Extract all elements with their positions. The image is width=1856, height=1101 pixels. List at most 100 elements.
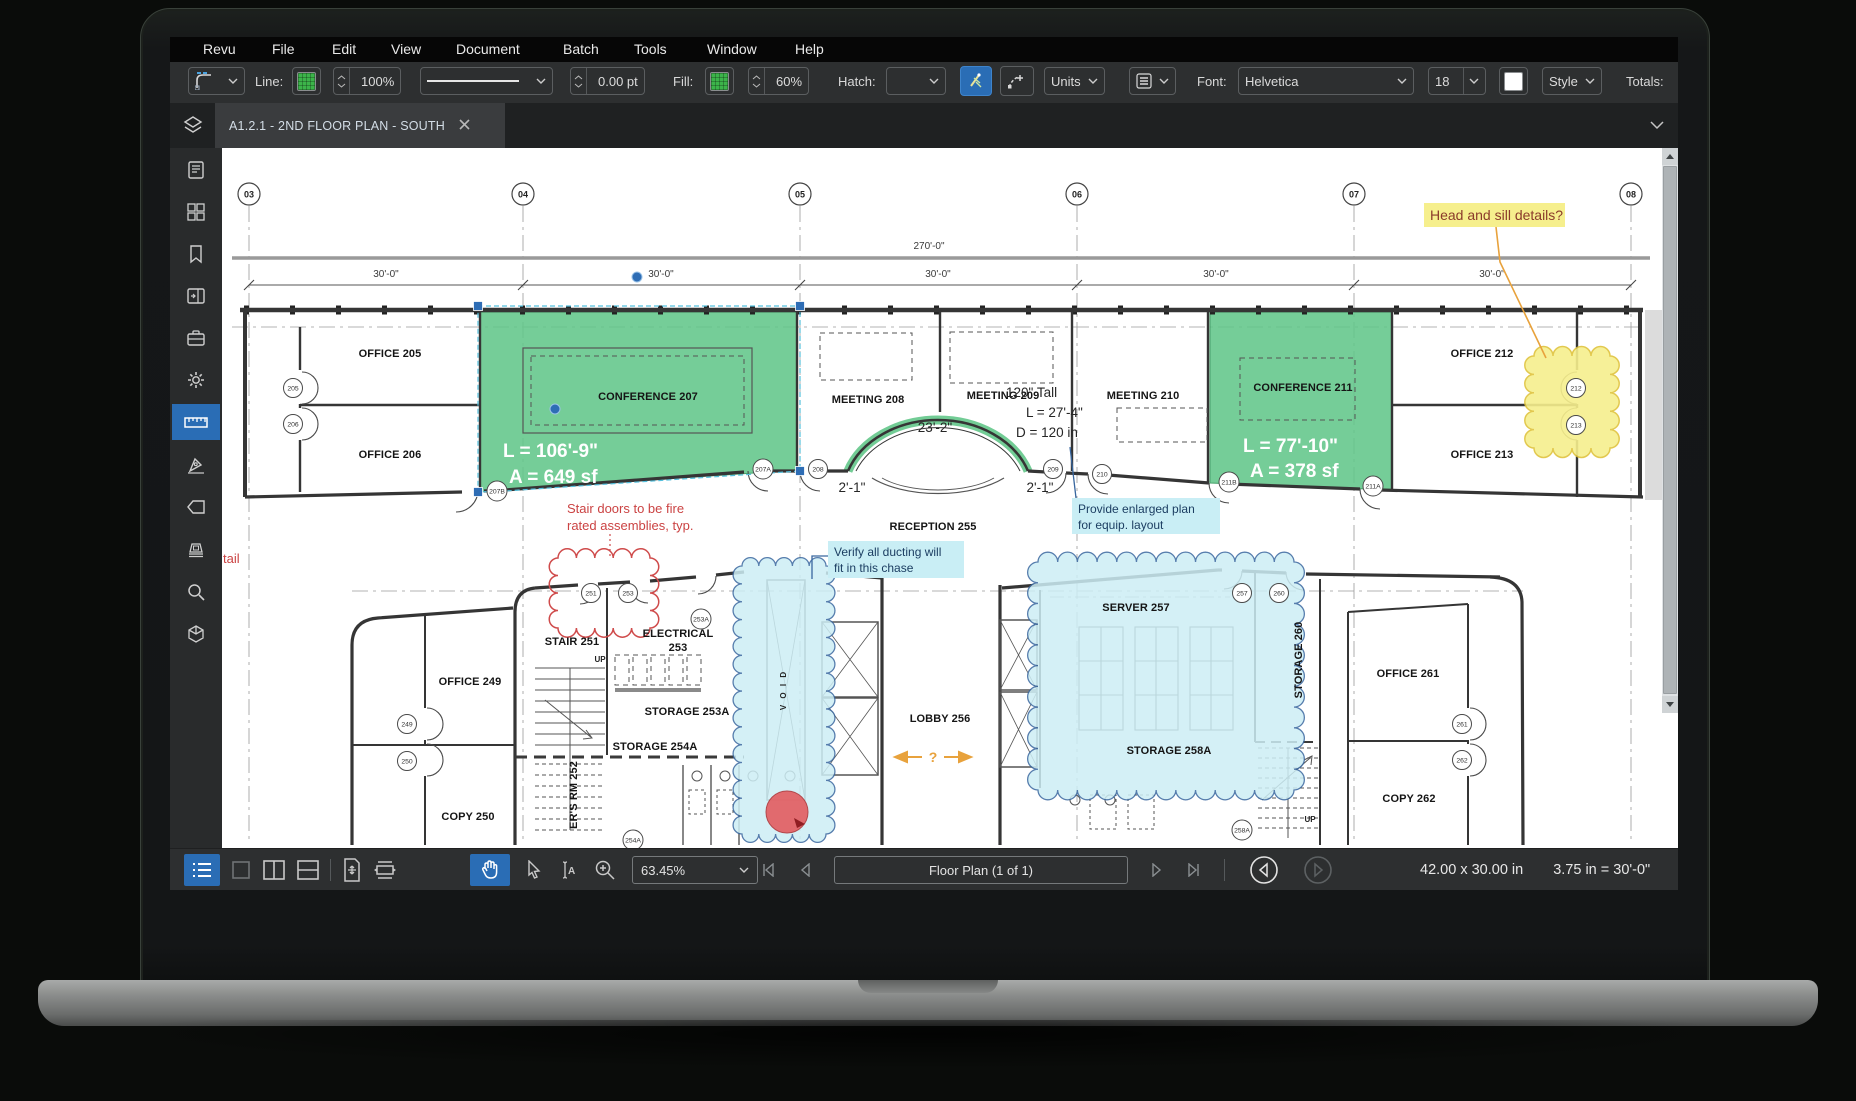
sidebar-measure-ruler-icon[interactable] bbox=[172, 404, 220, 440]
line-opacity-spinner[interactable]: 100% bbox=[333, 67, 402, 95]
menu-edit[interactable]: Edit bbox=[332, 41, 356, 57]
tool-preview-dropdown[interactable] bbox=[188, 67, 245, 95]
menu-window[interactable]: Window bbox=[707, 41, 757, 57]
previous-view-button[interactable] bbox=[1249, 855, 1279, 885]
page-navigation-field[interactable]: Floor Plan (1 of 1) bbox=[834, 856, 1128, 884]
hatch-dropdown[interactable] bbox=[886, 67, 946, 95]
detail-level-dropdown[interactable] bbox=[1129, 67, 1176, 95]
measure-conf211-area[interactable]: A = 378 sf bbox=[1250, 461, 1339, 482]
layers-panel-icon[interactable] bbox=[182, 114, 204, 141]
cloud-markup-server[interactable] bbox=[1027, 551, 1305, 801]
fill-opacity-spinner[interactable]: 60% bbox=[748, 67, 810, 95]
zoom-level-dropdown[interactable]: 63.45% bbox=[632, 856, 758, 884]
menu-view[interactable]: View bbox=[391, 41, 421, 57]
measure-conf211-length[interactable]: L = 77'-10" bbox=[1243, 436, 1338, 457]
menu-file[interactable]: File bbox=[272, 41, 295, 57]
menu-help[interactable]: Help bbox=[795, 41, 824, 57]
line-width-spinner[interactable]: 0.00 pt bbox=[570, 67, 645, 95]
sidebar-settings-gear-icon[interactable] bbox=[178, 362, 214, 398]
note-duct-line1[interactable]: Verify all ducting will bbox=[834, 545, 941, 559]
measure-wall-length[interactable]: L = 27'-4" bbox=[1026, 405, 1083, 420]
line-color-swatch[interactable] bbox=[292, 67, 321, 95]
sidebar-thumbnails-icon[interactable] bbox=[178, 194, 214, 230]
sidebar-shape-icon[interactable] bbox=[178, 489, 214, 525]
document-tab-bar: A1.2.1 - 2ND FLOOR PLAN - SOUTH bbox=[170, 103, 1678, 148]
note-equip-line2[interactable]: for equip. layout bbox=[1078, 518, 1164, 532]
sidebar-signature-pen-icon[interactable] bbox=[178, 447, 214, 483]
text-select-tool-icon[interactable]: A bbox=[558, 860, 578, 880]
note-equipment[interactable]: Provide enlarged plan for equip. layout bbox=[1069, 446, 1220, 534]
units-dropdown[interactable]: Units bbox=[1044, 67, 1105, 95]
select-tool-icon[interactable] bbox=[526, 860, 542, 880]
tab-list-chevron-icon[interactable] bbox=[1650, 117, 1664, 135]
menu-revu[interactable]: Revu bbox=[203, 41, 236, 57]
single-page-view-icon[interactable] bbox=[230, 859, 252, 881]
next-view-button[interactable] bbox=[1303, 855, 1333, 885]
markup-list-toggle[interactable] bbox=[184, 854, 220, 886]
tab-floor-plan[interactable]: A1.2.1 - 2ND FLOOR PLAN - SOUTH bbox=[215, 103, 505, 148]
note-ducting[interactable]: Verify all ducting will fit in this chas… bbox=[811, 541, 964, 579]
sidebar-split-view-icon[interactable] bbox=[178, 278, 214, 314]
measure-door-clear[interactable]: 2'-1" bbox=[839, 480, 866, 495]
menu-batch[interactable]: Batch bbox=[563, 41, 599, 57]
style-dropdown[interactable]: Style bbox=[1542, 67, 1602, 95]
menu-tools[interactable]: Tools bbox=[634, 41, 667, 57]
scroll-down-button[interactable] bbox=[1662, 696, 1678, 713]
note-stair-line2[interactable]: rated assemblies, typ. bbox=[567, 518, 693, 533]
measure-door-clear[interactable]: 2'-1" bbox=[1027, 480, 1054, 495]
door-tag: 205 bbox=[287, 386, 299, 393]
note-head-sill[interactable]: Head and sill details? bbox=[1424, 203, 1565, 359]
line-opacity-value: 100% bbox=[361, 73, 395, 89]
room-label-office-249: OFFICE 249 bbox=[439, 676, 502, 688]
first-page-icon[interactable] bbox=[762, 863, 776, 877]
dynamic-fill-button[interactable] bbox=[960, 66, 992, 96]
markup-red-circle[interactable] bbox=[765, 790, 809, 834]
note-stair-line1[interactable]: Stair doors to be fire bbox=[567, 501, 684, 516]
fit-width-icon[interactable] bbox=[373, 858, 397, 882]
two-column-view-icon[interactable] bbox=[262, 859, 286, 881]
measure-tool-button[interactable] bbox=[1000, 66, 1034, 96]
note-head-sill-text[interactable]: Head and sill details? bbox=[1430, 207, 1563, 223]
text-color-swatch[interactable] bbox=[1499, 67, 1528, 95]
sidebar-toolbox-icon[interactable] bbox=[178, 320, 214, 356]
sidebar-bookmarks-icon[interactable] bbox=[178, 236, 214, 272]
sidebar-stacks-icon[interactable] bbox=[178, 532, 214, 568]
measure-conf207-area[interactable]: A = 649 sf bbox=[509, 467, 598, 488]
font-dropdown[interactable]: Helvetica bbox=[1238, 67, 1414, 95]
next-page-icon[interactable] bbox=[1152, 863, 1162, 877]
units-value: Units bbox=[1051, 73, 1081, 89]
font-size-dropdown[interactable]: 18 bbox=[1428, 67, 1486, 95]
markup-anchor-dot[interactable] bbox=[631, 271, 643, 283]
cloud-markup-stair-doors[interactable] bbox=[548, 548, 660, 638]
cloud-markup-head-sill[interactable] bbox=[1524, 345, 1620, 459]
door-tag: 211B bbox=[1221, 480, 1237, 487]
pdf-canvas[interactable]: 03 04 05 06 07 08 270'-0" 30'-0" 30'-0" … bbox=[222, 148, 1662, 848]
measure-arc-length[interactable]: 23'-2" bbox=[918, 420, 953, 435]
canvas-scrollbar[interactable] bbox=[1662, 148, 1678, 848]
zoom-tool-icon[interactable] bbox=[594, 859, 616, 881]
sidebar-search-icon[interactable] bbox=[178, 574, 214, 610]
pan-tool-button[interactable] bbox=[470, 854, 510, 886]
measure-wall-tall[interactable]: 120" Tall bbox=[1006, 385, 1057, 400]
scrollbar-thumb[interactable] bbox=[1663, 166, 1677, 694]
note-cut-text[interactable]: tail bbox=[223, 551, 240, 566]
last-page-icon[interactable] bbox=[1186, 863, 1200, 877]
sidebar-model-3d-icon[interactable] bbox=[178, 616, 214, 652]
fill-color-swatch[interactable] bbox=[705, 67, 734, 95]
two-row-view-icon[interactable] bbox=[296, 859, 320, 881]
measure-conf207-length[interactable]: L = 106'-9" bbox=[503, 441, 598, 462]
menu-document[interactable]: Document bbox=[456, 41, 520, 57]
note-duct-line2[interactable]: fit in this chase bbox=[834, 561, 914, 575]
room-label-electrical-253: ELECTRICAL bbox=[643, 628, 714, 640]
markup-query-arrow[interactable]: ? bbox=[892, 749, 974, 765]
previous-page-icon[interactable] bbox=[800, 863, 810, 877]
line-style-dropdown[interactable] bbox=[420, 67, 553, 95]
scroll-up-button[interactable] bbox=[1662, 148, 1678, 165]
fit-page-icon[interactable] bbox=[341, 858, 363, 882]
note-equip-line1[interactable]: Provide enlarged plan bbox=[1078, 502, 1195, 516]
query-arrow-label[interactable]: ? bbox=[929, 749, 938, 765]
measure-wall-depth[interactable]: D = 120 in bbox=[1016, 425, 1078, 440]
markup-anchor-dot[interactable] bbox=[549, 403, 561, 415]
tab-close-icon[interactable] bbox=[459, 117, 470, 135]
sidebar-file-properties-icon[interactable] bbox=[178, 152, 214, 188]
